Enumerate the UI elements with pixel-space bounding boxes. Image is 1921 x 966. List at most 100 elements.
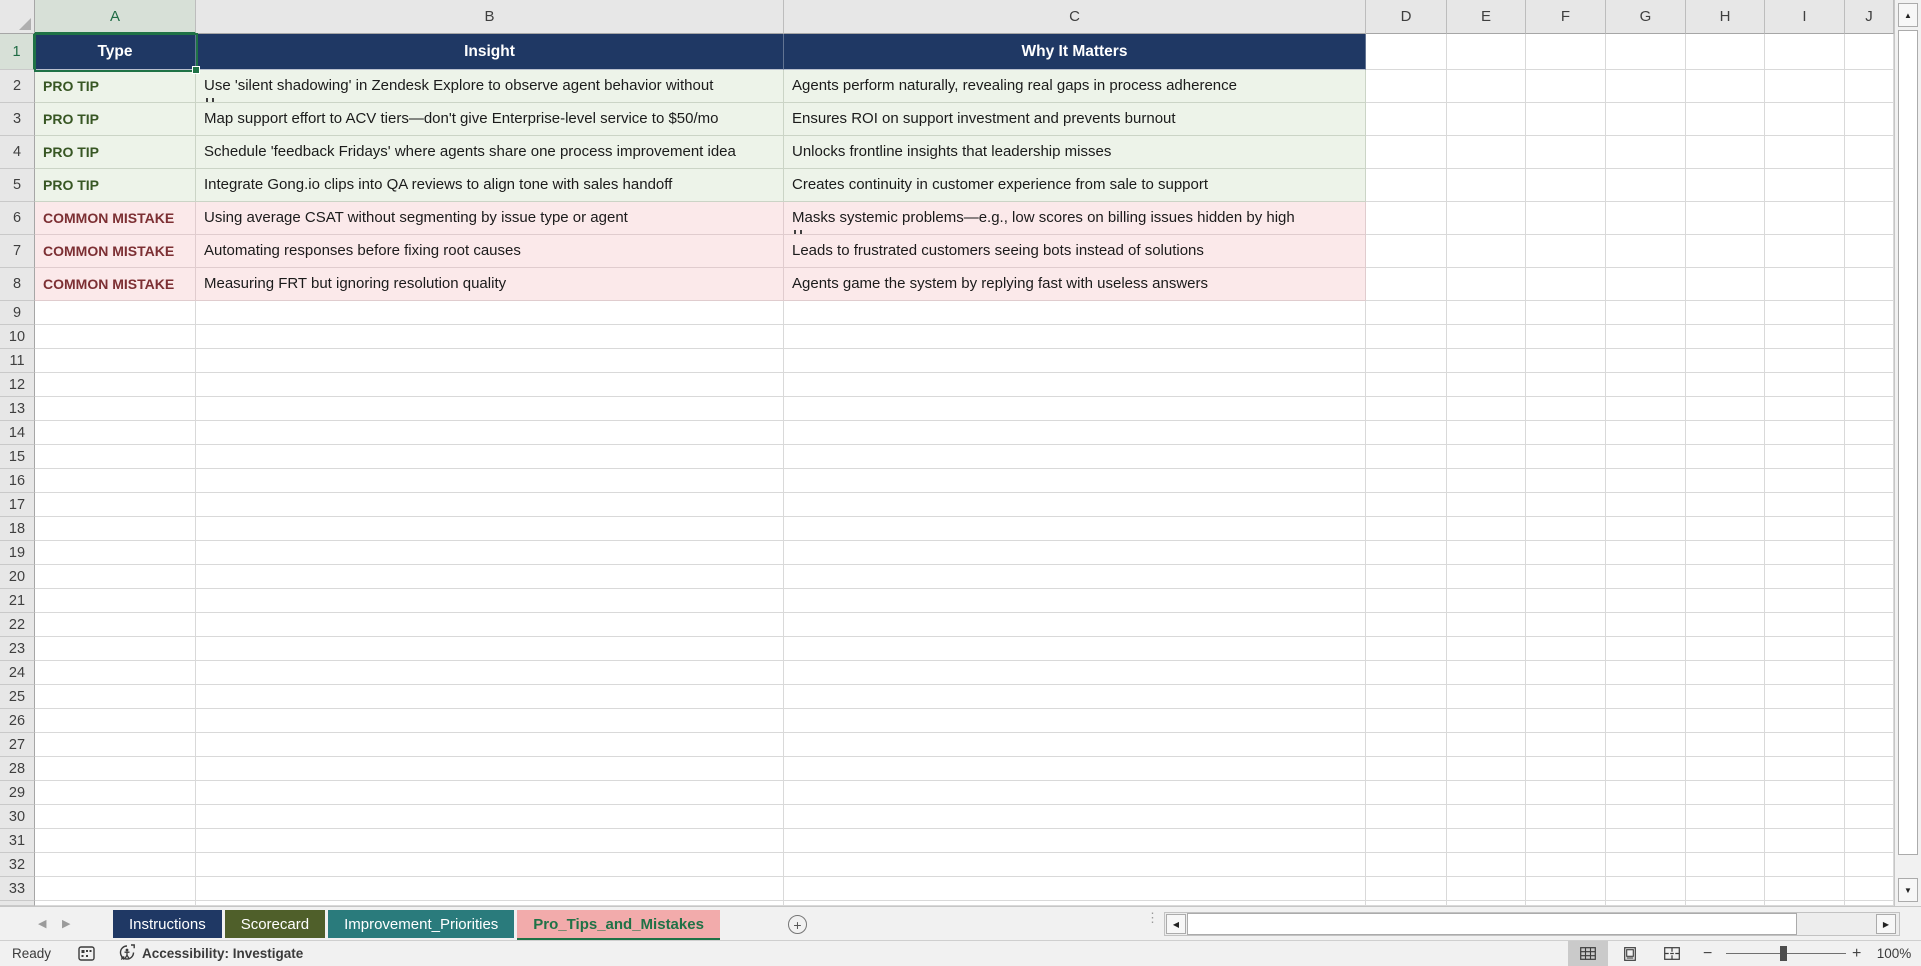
row-header-11[interactable]: 11: [0, 349, 35, 373]
horizontal-scrollbar-thumb[interactable]: [1187, 913, 1797, 935]
cell-E22[interactable]: [1447, 613, 1526, 637]
cell-A25[interactable]: [35, 685, 196, 709]
cell-C19[interactable]: [784, 541, 1366, 565]
cell-J7[interactable]: [1845, 235, 1894, 268]
cell-G29[interactable]: [1606, 781, 1686, 805]
select-all-corner[interactable]: [0, 0, 35, 34]
cell-B3[interactable]: Map support effort to ACV tiers—don't gi…: [196, 103, 784, 136]
cell-E32[interactable]: [1447, 853, 1526, 877]
cell-A15[interactable]: [35, 445, 196, 469]
cell-F28[interactable]: [1526, 757, 1606, 781]
cell-D8[interactable]: [1366, 268, 1447, 301]
cell-G27[interactable]: [1606, 733, 1686, 757]
cell-F18[interactable]: [1526, 517, 1606, 541]
cell-D2[interactable]: [1366, 70, 1447, 103]
cell-H16[interactable]: [1686, 469, 1765, 493]
cell-D10[interactable]: [1366, 325, 1447, 349]
cell-B15[interactable]: [196, 445, 784, 469]
cell-I1[interactable]: [1765, 34, 1845, 70]
tab-splitter-grip[interactable]: ⋮: [1146, 911, 1159, 924]
cell-E24[interactable]: [1447, 661, 1526, 685]
sheet-tab-pro_tips_and_mistakes[interactable]: Pro_Tips_and_Mistakes: [517, 910, 720, 941]
cell-J13[interactable]: [1845, 397, 1894, 421]
cell-H31[interactable]: [1686, 829, 1765, 853]
cell-F3[interactable]: [1526, 103, 1606, 136]
cell-C1[interactable]: Why It Matters: [784, 34, 1366, 70]
cell-G30[interactable]: [1606, 805, 1686, 829]
cell-G26[interactable]: [1606, 709, 1686, 733]
cell-B1[interactable]: Insight: [196, 34, 784, 70]
cell-F13[interactable]: [1526, 397, 1606, 421]
cell-A17[interactable]: [35, 493, 196, 517]
cell-I17[interactable]: [1765, 493, 1845, 517]
cell-D30[interactable]: [1366, 805, 1447, 829]
vertical-scrollbar[interactable]: ▲ ▼: [1894, 0, 1921, 906]
row-header-10[interactable]: 10: [0, 325, 35, 349]
cell-H17[interactable]: [1686, 493, 1765, 517]
cell-E5[interactable]: [1447, 169, 1526, 202]
cell-H6[interactable]: [1686, 202, 1765, 235]
cell-G16[interactable]: [1606, 469, 1686, 493]
cell-I3[interactable]: [1765, 103, 1845, 136]
cell-H18[interactable]: [1686, 517, 1765, 541]
cell-C8[interactable]: Agents game the system by replying fast …: [784, 268, 1366, 301]
cell-B28[interactable]: [196, 757, 784, 781]
cell-C15[interactable]: [784, 445, 1366, 469]
cell-B33[interactable]: [196, 877, 784, 901]
cell-C17[interactable]: [784, 493, 1366, 517]
zoom-in-button[interactable]: +: [1852, 941, 1861, 966]
scroll-right-button[interactable]: ▶: [1876, 914, 1896, 934]
row-header-21[interactable]: 21: [0, 589, 35, 613]
cell-D26[interactable]: [1366, 709, 1447, 733]
cell-D21[interactable]: [1366, 589, 1447, 613]
cell-H3[interactable]: [1686, 103, 1765, 136]
cell-E29[interactable]: [1447, 781, 1526, 805]
cell-F30[interactable]: [1526, 805, 1606, 829]
row-header-32[interactable]: 32: [0, 853, 35, 877]
cell-J16[interactable]: [1845, 469, 1894, 493]
row-header-12[interactable]: 12: [0, 373, 35, 397]
cell-F33[interactable]: [1526, 877, 1606, 901]
cell-J23[interactable]: [1845, 637, 1894, 661]
cell-F29[interactable]: [1526, 781, 1606, 805]
cell-B12[interactable]: [196, 373, 784, 397]
cell-B17[interactable]: [196, 493, 784, 517]
cell-A21[interactable]: [35, 589, 196, 613]
row-header-19[interactable]: 19: [0, 541, 35, 565]
cell-J21[interactable]: [1845, 589, 1894, 613]
cell-I12[interactable]: [1765, 373, 1845, 397]
cell-G9[interactable]: [1606, 301, 1686, 325]
cell-C21[interactable]: [784, 589, 1366, 613]
cell-E3[interactable]: [1447, 103, 1526, 136]
cell-J26[interactable]: [1845, 709, 1894, 733]
cell-I21[interactable]: [1765, 589, 1845, 613]
cell-B16[interactable]: [196, 469, 784, 493]
cell-E6[interactable]: [1447, 202, 1526, 235]
cell-A11[interactable]: [35, 349, 196, 373]
cell-E31[interactable]: [1447, 829, 1526, 853]
cell-A31[interactable]: [35, 829, 196, 853]
zoom-level[interactable]: 100%: [1872, 941, 1916, 966]
cell-J27[interactable]: [1845, 733, 1894, 757]
cell-G19[interactable]: [1606, 541, 1686, 565]
cell-C14[interactable]: [784, 421, 1366, 445]
cell-B24[interactable]: [196, 661, 784, 685]
cell-C18[interactable]: [784, 517, 1366, 541]
cell-A14[interactable]: [35, 421, 196, 445]
cell-J3[interactable]: [1845, 103, 1894, 136]
cell-I5[interactable]: [1765, 169, 1845, 202]
cell-F8[interactable]: [1526, 268, 1606, 301]
cell-J8[interactable]: [1845, 268, 1894, 301]
cell-I2[interactable]: [1765, 70, 1845, 103]
cell-A26[interactable]: [35, 709, 196, 733]
cell-F6[interactable]: [1526, 202, 1606, 235]
column-header-E[interactable]: E: [1447, 0, 1526, 34]
cell-H30[interactable]: [1686, 805, 1765, 829]
cell-A4[interactable]: PRO TIP: [35, 136, 196, 169]
cell-F19[interactable]: [1526, 541, 1606, 565]
row-header-1[interactable]: 1: [0, 34, 35, 70]
row-header-14[interactable]: 14: [0, 421, 35, 445]
cell-H8[interactable]: [1686, 268, 1765, 301]
cell-H9[interactable]: [1686, 301, 1765, 325]
cell-C26[interactable]: [784, 709, 1366, 733]
